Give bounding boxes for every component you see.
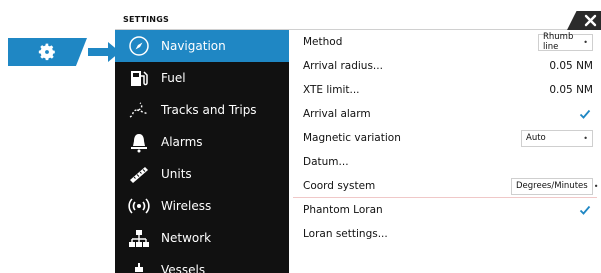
- sidebar-item-navigation[interactable]: Navigation: [115, 30, 289, 62]
- settings-window: SETTINGS Navigation Fuel Tracks and Trip…: [115, 11, 601, 273]
- setting-label: Arrival alarm: [303, 108, 371, 120]
- setting-row-arrival-alarm[interactable]: Arrival alarm: [289, 102, 601, 126]
- setting-row-method[interactable]: Method Rhumb line •: [289, 30, 601, 54]
- setting-row-xte-limit[interactable]: XTE limit... 0.05 NM: [289, 78, 601, 102]
- setting-row-magnetic-variation[interactable]: Magnetic variation Auto •: [289, 126, 601, 150]
- sidebar-item-label: Alarms: [161, 135, 203, 149]
- dropdown-value: Rhumb line: [543, 32, 574, 52]
- dropdown-caret-icon: •: [593, 181, 599, 191]
- sidebar-item-network[interactable]: Network: [115, 222, 289, 254]
- network-icon: [127, 227, 151, 249]
- close-button[interactable]: [567, 11, 601, 30]
- sidebar-item-label: Navigation: [161, 39, 226, 53]
- checkmark-icon: [579, 109, 591, 119]
- setting-row-loran-settings[interactable]: Loran settings...: [289, 222, 601, 246]
- dropdown-caret-icon: •: [583, 37, 588, 47]
- setting-label: Datum...: [303, 156, 349, 168]
- settings-content: Method Rhumb line • Arrival radius... 0.…: [289, 30, 601, 273]
- checkmark-icon: [579, 205, 591, 215]
- settings-titlebar: SETTINGS: [115, 11, 601, 30]
- setting-row-coord-system[interactable]: Coord system Degrees/Minutes •: [289, 174, 601, 198]
- sidebar-item-label: Wireless: [161, 199, 212, 213]
- vessels-icon: [127, 259, 151, 273]
- bell-icon: [127, 131, 151, 153]
- sidebar-item-units[interactable]: Units: [115, 158, 289, 190]
- setting-label: Coord system: [303, 180, 376, 192]
- method-dropdown[interactable]: Rhumb line •: [538, 32, 593, 52]
- sidebar-item-label: Network: [161, 231, 212, 245]
- gear-icon: [38, 43, 55, 61]
- sidebar-item-label: Fuel: [161, 71, 186, 85]
- setting-value: 0.05 NM: [549, 84, 593, 96]
- setting-label: Magnetic variation: [303, 132, 401, 144]
- sidebar-item-tracks-and-trips[interactable]: Tracks and Trips: [115, 94, 289, 126]
- setting-value: 0.05 NM: [549, 60, 593, 72]
- arrival-alarm-checkbox[interactable]: [579, 108, 591, 120]
- sidebar-item-label: Vessels: [161, 263, 206, 273]
- sidebar-item-alarms[interactable]: Alarms: [115, 126, 289, 158]
- fuel-pump-icon: [127, 67, 151, 89]
- window-title: SETTINGS: [123, 15, 169, 24]
- settings-sidebar: Navigation Fuel Tracks and Trips Alarms …: [115, 30, 289, 273]
- setting-label: Method: [303, 36, 343, 48]
- settings-callout-tab[interactable]: [8, 38, 87, 66]
- coord-system-dropdown[interactable]: Degrees/Minutes •: [511, 177, 598, 195]
- dropdown-value: Degrees/Minutes: [516, 181, 588, 191]
- sidebar-item-label: Units: [161, 167, 192, 181]
- sidebar-item-vessels[interactable]: Vessels: [115, 254, 289, 273]
- setting-label: Arrival radius...: [303, 60, 383, 72]
- track-icon: [127, 99, 151, 121]
- close-icon: [584, 14, 597, 27]
- setting-label: XTE limit...: [303, 84, 360, 96]
- dropdown-caret-icon: •: [583, 133, 588, 143]
- sidebar-item-wireless[interactable]: Wireless: [115, 190, 289, 222]
- compass-icon: [127, 35, 151, 57]
- setting-row-phantom-loran[interactable]: Phantom Loran: [289, 198, 601, 222]
- ruler-icon: [127, 163, 151, 185]
- phantom-loran-checkbox[interactable]: [579, 204, 591, 216]
- setting-label: Loran settings...: [303, 228, 388, 240]
- sidebar-item-fuel[interactable]: Fuel: [115, 62, 289, 94]
- wireless-icon: [127, 195, 151, 217]
- dropdown-value: Auto: [526, 133, 546, 143]
- magnetic-variation-dropdown[interactable]: Auto •: [521, 129, 593, 147]
- setting-label: Phantom Loran: [303, 204, 383, 216]
- setting-row-datum[interactable]: Datum...: [289, 150, 601, 174]
- sidebar-item-label: Tracks and Trips: [161, 103, 257, 117]
- setting-row-arrival-radius[interactable]: Arrival radius... 0.05 NM: [289, 54, 601, 78]
